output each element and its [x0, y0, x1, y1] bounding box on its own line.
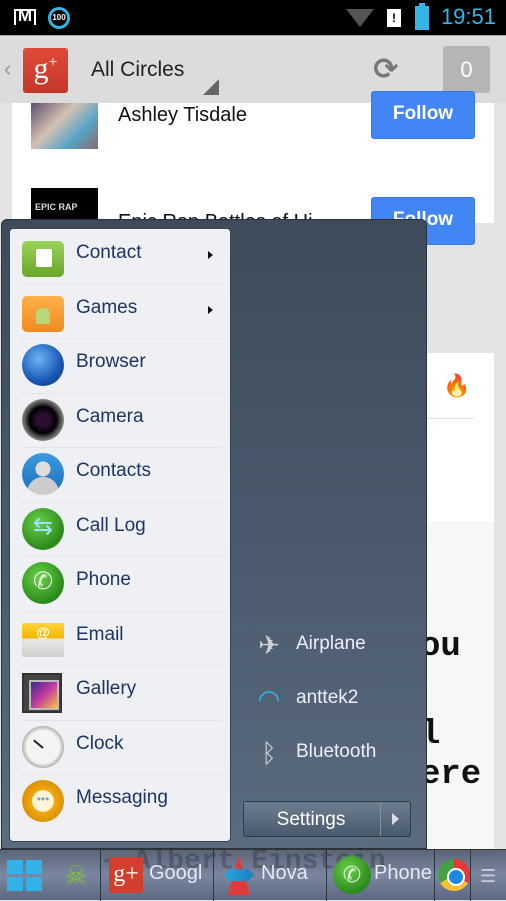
quick-setting-wifi[interactable]: ◠ anttek2: [252, 680, 422, 720]
flame-icon[interactable]: 🔥: [443, 373, 470, 399]
app-item-email[interactable]: Email: [10, 611, 230, 665]
app-label: Phone: [76, 569, 131, 590]
app-label: Contact: [76, 242, 142, 263]
taskbar-item-chrome[interactable]: [435, 850, 471, 901]
quick-setting-label: Bluetooth: [296, 741, 377, 762]
app-label: Browser: [76, 351, 146, 372]
quick-setting-airplane[interactable]: ✈ Airplane: [252, 626, 422, 666]
contact-folder-icon: [22, 241, 64, 277]
app-list: Contact Games Browser Camera Contacts Ca…: [9, 228, 231, 842]
app-item-gallery[interactable]: Gallery: [10, 665, 230, 719]
chrome-icon: [438, 859, 470, 891]
submenu-arrow-icon: [208, 251, 213, 259]
app-label: Camera: [76, 406, 144, 427]
app-label: Call Log: [76, 515, 146, 536]
app-item-browser[interactable]: Browser: [10, 338, 230, 392]
person-name[interactable]: Ashley Tisdale: [118, 104, 247, 127]
app-label: Clock: [76, 733, 124, 754]
taskbar-label: Nova: [261, 862, 308, 884]
taskbar-item-google-plus[interactable]: g+ Googl: [101, 850, 214, 901]
app-label: Email: [76, 624, 124, 645]
taskbar-label: Phone: [374, 862, 432, 884]
back-chevron-icon[interactable]: ‹: [4, 56, 11, 82]
app-item-camera[interactable]: Camera: [10, 393, 230, 447]
phone-icon: [22, 562, 64, 604]
windows-logo-icon: [7, 860, 43, 892]
status-bar: 100 ! 19:51: [0, 0, 506, 35]
settings-label: Settings: [276, 809, 346, 830]
battery-icon: [415, 3, 429, 30]
dropdown-indicator-icon: [203, 79, 219, 95]
app-label: Gallery: [76, 678, 137, 699]
globe-icon: [22, 344, 64, 386]
quick-setting-label: Airplane: [296, 633, 366, 654]
taskbar: - Albert Einstein ☠ g+ Googl Nova ✆ Phon…: [0, 846, 506, 901]
nova-launcher-icon: [224, 855, 254, 895]
app-item-phone[interactable]: Phone: [10, 556, 230, 610]
app-label: Games: [76, 297, 138, 318]
sim-alert-icon: !: [387, 9, 401, 27]
app-label: Contacts: [76, 460, 151, 481]
quick-setting-bluetooth[interactable]: ᛒ Bluetooth: [252, 734, 422, 774]
bluetooth-icon: ᛒ: [261, 738, 277, 768]
android-pirate-icon: ☠: [64, 860, 88, 890]
quote-text: ere: [420, 756, 482, 794]
app-item-contact[interactable]: Contact: [10, 229, 230, 283]
games-folder-icon: [22, 296, 64, 332]
wifi-icon: [346, 9, 374, 27]
start-menu: Contact Games Browser Camera Contacts Ca…: [1, 219, 427, 849]
follow-button[interactable]: Follow: [371, 91, 475, 139]
notification-count-button[interactable]: 0: [443, 46, 490, 93]
clock-time: 19:51: [440, 4, 496, 29]
google-plus-logo[interactable]: g+: [23, 48, 68, 93]
settings-divider: [380, 802, 381, 836]
app-item-messaging[interactable]: Messaging: [10, 774, 230, 828]
taskbar-menu-icon[interactable]: ☰: [480, 867, 500, 885]
app-item-call-log[interactable]: Call Log: [10, 502, 230, 556]
call-log-icon: [22, 508, 64, 550]
email-icon: [22, 623, 64, 657]
taskbar-item-phone[interactable]: ✆ Phone: [327, 850, 435, 901]
avatar-ashley-tisdale[interactable]: [31, 103, 98, 149]
contacts-icon: [22, 453, 64, 495]
app-item-contacts[interactable]: Contacts: [10, 447, 230, 501]
start-button[interactable]: ☠: [0, 850, 101, 901]
gmail-icon: [14, 6, 36, 26]
app-item-games[interactable]: Games: [10, 284, 230, 338]
google-plus-icon: g+: [109, 857, 143, 893]
taskbar-label: Googl: [149, 862, 203, 884]
quick-setting-label: anttek2: [296, 687, 359, 708]
wifi-icon: ◠: [257, 684, 281, 714]
battery-level-icon: 100: [48, 7, 70, 29]
clock-icon: [22, 726, 64, 768]
messaging-icon: [22, 780, 64, 822]
taskbar-item-nova[interactable]: Nova: [214, 850, 327, 901]
phone-icon: ✆: [333, 856, 371, 894]
gallery-icon: [22, 673, 62, 713]
app-item-clock[interactable]: Clock: [10, 720, 230, 774]
circle-filter-dropdown[interactable]: All Circles: [91, 58, 184, 82]
app-label: Messaging: [76, 787, 168, 808]
airplane-icon: ✈: [258, 630, 280, 660]
submenu-arrow-icon: [208, 306, 213, 314]
refresh-icon[interactable]: ⟳: [370, 54, 402, 86]
settings-button[interactable]: Settings: [243, 801, 411, 837]
settings-expand-arrow-icon[interactable]: [392, 813, 399, 825]
camera-icon: [22, 399, 64, 441]
